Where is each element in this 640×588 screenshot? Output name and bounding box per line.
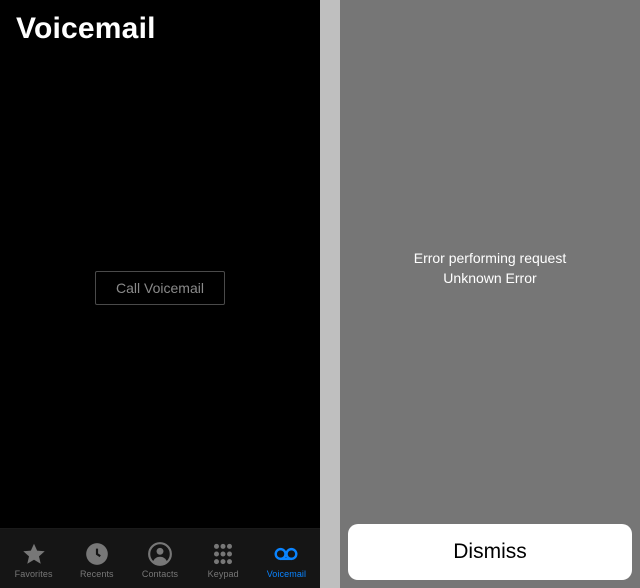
call-voicemail-button[interactable]: Call Voicemail — [95, 271, 225, 305]
error-message: Error performing request Unknown Error — [414, 249, 567, 288]
content-area: Call Voicemail — [0, 58, 320, 528]
person-circle-icon — [147, 541, 173, 567]
voicemail-screen: Voicemail Call Voicemail Favorites Recen… — [0, 0, 320, 588]
tab-label-recents: Recents — [80, 569, 114, 579]
tab-label-contacts: Contacts — [142, 569, 178, 579]
error-line-2: Unknown Error — [414, 269, 567, 289]
tab-favorites[interactable]: Favorites — [2, 541, 65, 579]
tab-label-favorites: Favorites — [15, 569, 53, 579]
clock-icon — [84, 541, 110, 567]
dismiss-button[interactable]: Dismiss — [348, 524, 632, 580]
tab-contacts[interactable]: Contacts — [128, 541, 191, 579]
error-line-1: Error performing request — [414, 249, 567, 269]
keypad-icon — [210, 541, 236, 567]
error-dialog-screen: Error performing request Unknown Error D… — [340, 0, 640, 588]
header: Voicemail — [0, 0, 320, 58]
tab-label-keypad: Keypad — [208, 569, 239, 579]
star-icon — [21, 541, 47, 567]
tab-keypad[interactable]: Keypad — [192, 541, 255, 579]
voicemail-icon — [273, 541, 299, 567]
tab-bar: Favorites Recents Contacts Keypad — [0, 528, 320, 588]
tab-label-voicemail: Voicemail — [267, 569, 306, 579]
page-title: Voicemail — [16, 12, 304, 46]
tab-recents[interactable]: Recents — [65, 541, 128, 579]
tab-voicemail[interactable]: Voicemail — [255, 541, 318, 579]
divider-strip — [320, 0, 340, 588]
